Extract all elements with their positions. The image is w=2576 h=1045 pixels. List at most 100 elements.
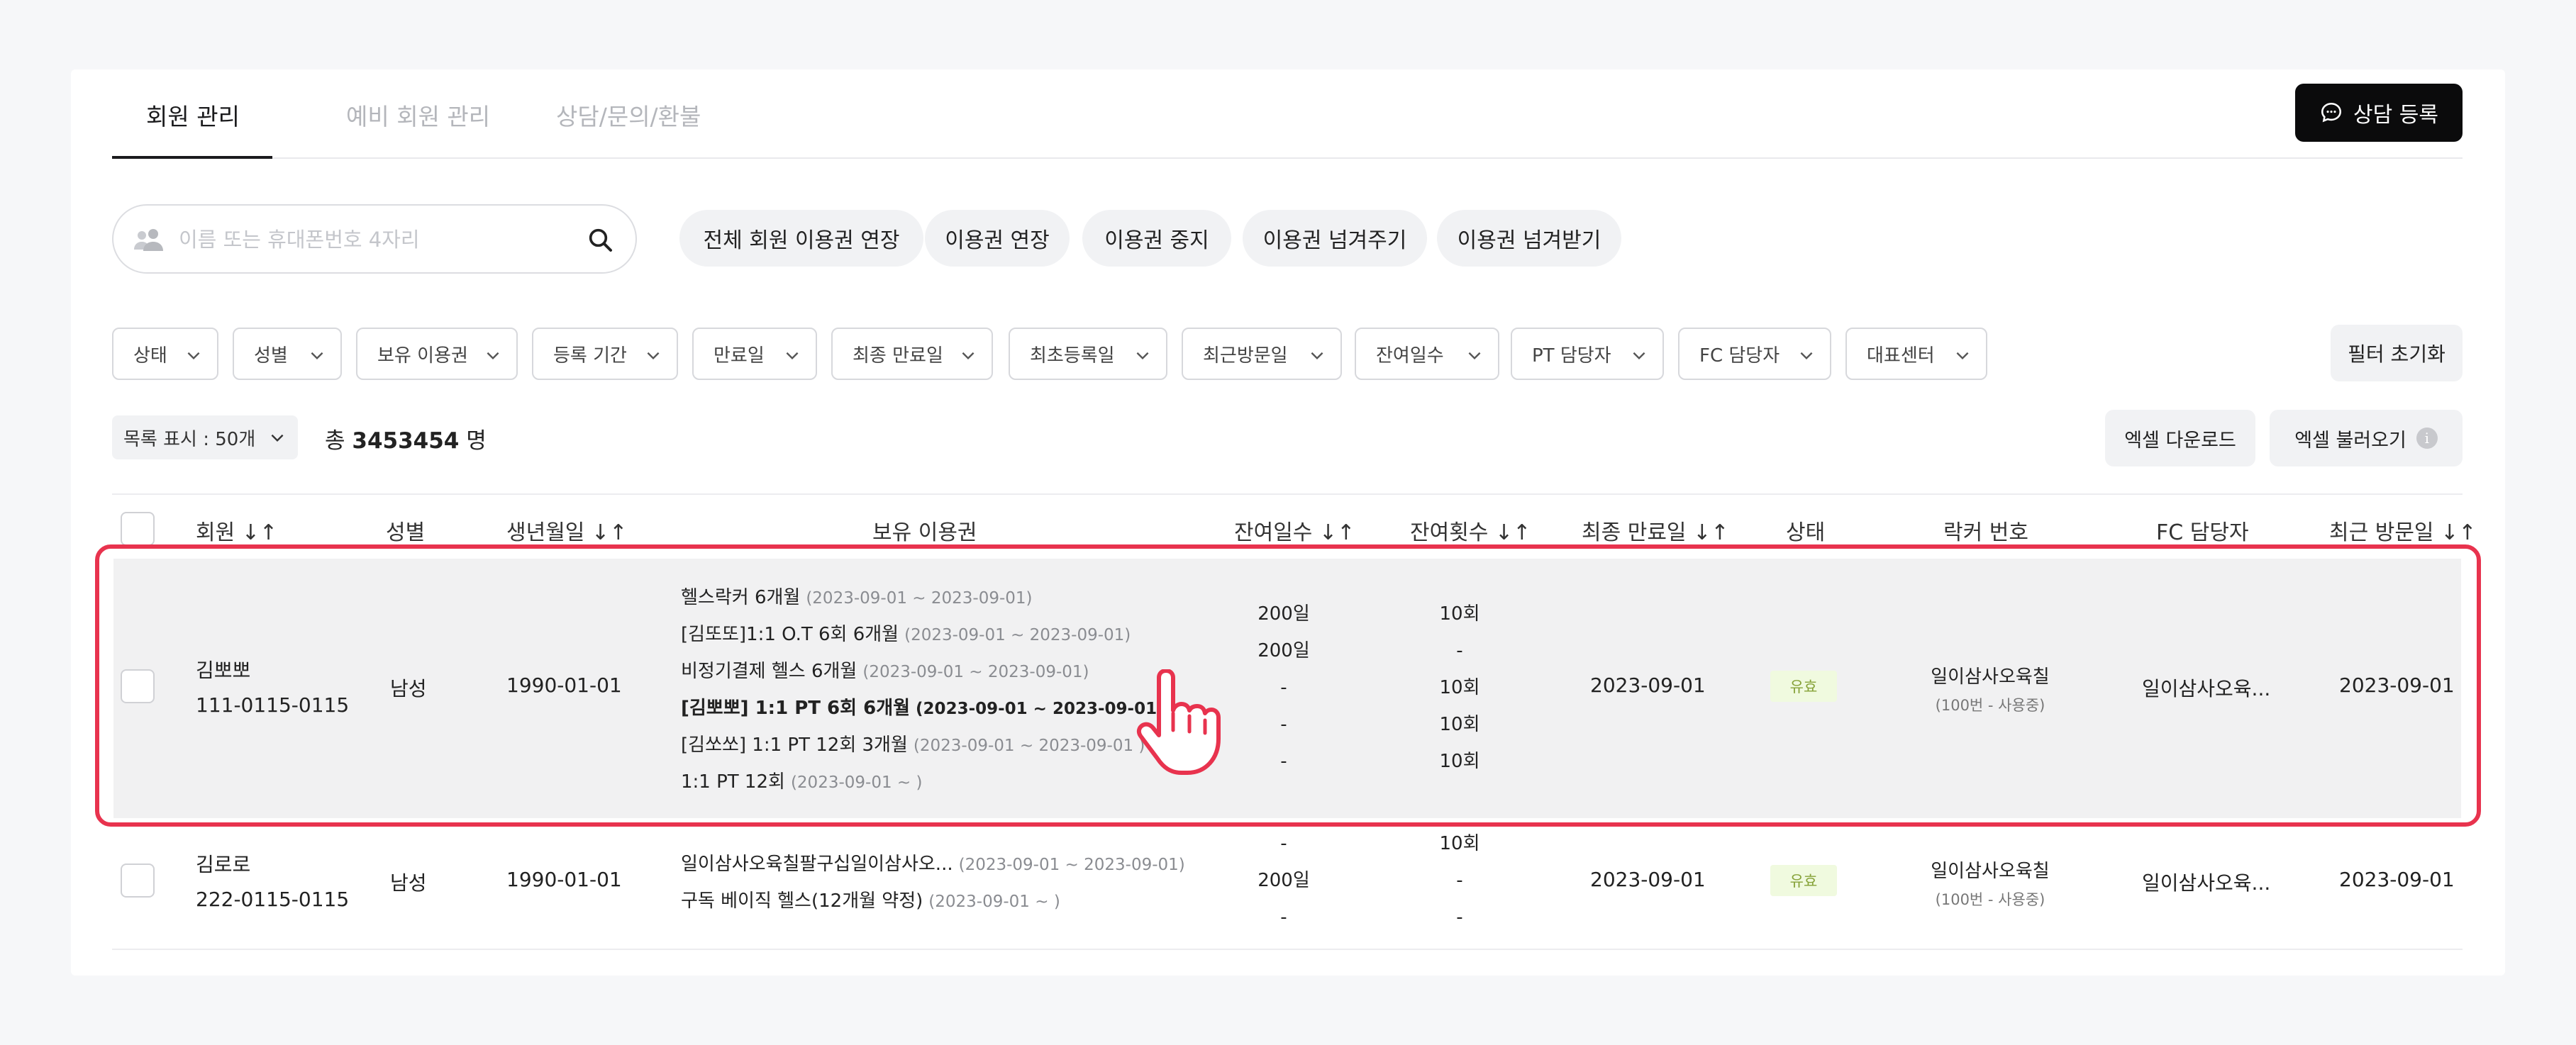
row-checkbox[interactable] [121, 864, 155, 898]
days-left-value: 200일 [1258, 870, 1310, 891]
pass-name: 1:1 PT 12회 [681, 771, 785, 793]
filter-final-expiry[interactable]: 최종 만료일 [831, 328, 993, 380]
filter-days-left[interactable]: 잔여일수 [1355, 328, 1499, 380]
pass-period: (2023-09-01 ~ ) [928, 893, 1060, 911]
extend-all-passes-button[interactable]: 전체 회원 이용권 연장 [679, 210, 923, 267]
info-icon[interactable]: i [2416, 428, 2438, 449]
filter-last-visit[interactable]: 최근방문일 [1182, 328, 1342, 380]
filter-first-register[interactable]: 최초등록일 [1009, 328, 1167, 380]
people-icon [134, 229, 163, 251]
pass-item: [김쏘쏘] 1:1 PT 12회 3개월 (2023-09-01 ~ 2023-0… [681, 730, 1145, 756]
pass-item: 일이삼사오육칠팔구십일이삼사오... (2023-09-01 ~ 2023-09-… [681, 849, 1185, 876]
pass-name: 헬스락커 6개월 [681, 587, 801, 608]
col-fc: FC 담당자 [2156, 520, 2249, 545]
pass-period: (2023-09-01 ~ 2023-09-01) [806, 589, 1033, 608]
filter-label: PT 담당자 [1532, 345, 1611, 367]
tab-consult[interactable]: 상담/문의/환불 [556, 98, 701, 132]
excel-import-button[interactable]: 엑셀 불러오기 i [2270, 410, 2463, 466]
suspend-pass-button[interactable]: 이용권 중지 [1082, 210, 1231, 267]
member-gender: 남성 [390, 677, 427, 700]
active-tab-indicator [112, 156, 272, 159]
col-last-visit[interactable]: 최근 방문일 ↓↑ [2329, 515, 2476, 546]
total-count: 3453454 [352, 428, 460, 454]
member-name[interactable]: 김로로 [196, 849, 250, 878]
member-birth: 1990-01-01 [506, 674, 622, 697]
fc-manager: 일이삼사오육... [2142, 677, 2271, 700]
pass-item: 헬스락커 6개월 (2023-09-01 ~ 2023-09-01) [681, 583, 1033, 609]
tab-prospects[interactable]: 예비 회원 관리 [346, 98, 490, 132]
filter-main-center[interactable]: 대표센터 [1845, 328, 1987, 380]
filter-label: 최종 만료일 [853, 345, 943, 367]
chevron-down-icon [487, 352, 499, 360]
fc-manager: 일이삼사오육... [2142, 871, 2271, 895]
col-birth[interactable]: 생년월일 ↓↑ [506, 515, 627, 546]
col-member[interactable]: 회원 ↓↑ [196, 515, 277, 546]
member-birth: 1990-01-01 [506, 868, 622, 891]
col-days-left[interactable]: 잔여일수 ↓↑ [1234, 515, 1355, 546]
chevron-down-icon [187, 352, 200, 360]
total-member-count: 총 3453454 명 [325, 423, 487, 454]
pass-name: [김쏘쏘] 1:1 PT 12회 3개월 [681, 734, 908, 756]
filter-status[interactable]: 상태 [112, 328, 218, 380]
locker-status: (100번 - 사용중) [1935, 697, 2045, 714]
member-name[interactable]: 김뽀뽀 [196, 655, 250, 683]
days-left-value: 200일 [1258, 640, 1310, 661]
chevron-down-icon [647, 352, 660, 360]
days-left-value: 200일 [1258, 603, 1310, 625]
table-top-divider [112, 493, 2463, 495]
status-badge: 유효 [1770, 671, 1837, 702]
chevron-down-icon [786, 352, 799, 360]
status-badge: 유효 [1770, 865, 1837, 896]
member-search-box [112, 204, 637, 274]
total-prefix: 총 [325, 428, 345, 454]
filter-pt-manager[interactable]: PT 담당자 [1511, 328, 1664, 380]
filter-label: 만료일 [714, 345, 765, 367]
days-left-list: - 200일 - [1231, 825, 1337, 936]
col-passes: 보유 이용권 [872, 520, 977, 545]
member-management-card: 회원 관리 예비 회원 관리 상담/문의/환불 상담 등록 전체 회원 이용권 … [71, 69, 2505, 976]
days-left-value: - [1280, 751, 1287, 772]
table-bottom-divider [112, 949, 2463, 950]
search-input[interactable] [179, 220, 562, 259]
consult-register-button[interactable]: 상담 등록 [2295, 84, 2463, 142]
count-left-value: - [1456, 640, 1463, 661]
chevron-down-icon [1633, 352, 1645, 360]
receive-pass-button[interactable]: 이용권 넘겨받기 [1437, 210, 1621, 267]
tab-members[interactable]: 회원 관리 [146, 98, 240, 132]
chat-icon [2321, 102, 2342, 123]
filter-register-period[interactable]: 등록 기간 [532, 328, 678, 380]
member-phone: 111-0115-0115 [196, 693, 350, 717]
pass-name: [김뽀뽀] 1:1 PT 6회 6개월 [681, 698, 911, 719]
col-count-left[interactable]: 잔여횟수 ↓↑ [1410, 515, 1531, 546]
pass-period: (2023-09-01 ~ 2023-09-01 ) [913, 737, 1145, 755]
chevron-down-icon [271, 434, 284, 442]
filter-label: 등록 기간 [553, 345, 627, 367]
filter-label: 최초등록일 [1030, 345, 1115, 367]
pass-item: [김뽀뽀] 1:1 PT 6회 6개월 (2023-09-01 ~ 2023-09… [681, 693, 1170, 720]
pass-item: [김또또]1:1 O.T 6회 6개월 (2023-09-01 ~ 2023-09… [681, 620, 1131, 646]
filter-owned-pass[interactable]: 보유 이용권 [356, 328, 518, 380]
pass-item: 구독 베이직 헬스(12개월 약정) (2023-09-01 ~ ) [681, 886, 1060, 912]
search-icon[interactable] [586, 225, 614, 254]
chevron-down-icon [1468, 352, 1481, 360]
filter-gender[interactable]: 성별 [233, 328, 342, 380]
member-phone: 222-0115-0115 [196, 888, 350, 911]
chevron-down-icon [1956, 352, 1969, 360]
excel-download-button[interactable]: 엑셀 다운로드 [2105, 410, 2255, 466]
filter-expiry[interactable]: 만료일 [692, 328, 817, 380]
page-size-select[interactable]: 목록 표시 : 50개 [112, 415, 298, 459]
chevron-down-icon [1311, 352, 1323, 360]
filter-label: 최근방문일 [1203, 345, 1288, 367]
count-left-value: 10회 [1439, 677, 1480, 698]
count-left-value: 10회 [1439, 833, 1480, 854]
filter-fc-manager[interactable]: FC 담당자 [1678, 328, 1831, 380]
total-suffix: 명 [466, 428, 487, 454]
row-checkbox[interactable] [121, 669, 155, 703]
filter-reset-button[interactable]: 필터 초기화 [2331, 325, 2463, 381]
transfer-pass-button[interactable]: 이용권 넘겨주기 [1243, 210, 1427, 267]
col-status: 상태 [1786, 520, 1826, 545]
col-final-expiry[interactable]: 최종 만료일 ↓↑ [1582, 515, 1728, 546]
col-locker: 락커 번호 [1943, 520, 2028, 545]
select-all-checkbox[interactable] [121, 512, 155, 546]
extend-pass-button[interactable]: 이용권 연장 [925, 210, 1070, 267]
